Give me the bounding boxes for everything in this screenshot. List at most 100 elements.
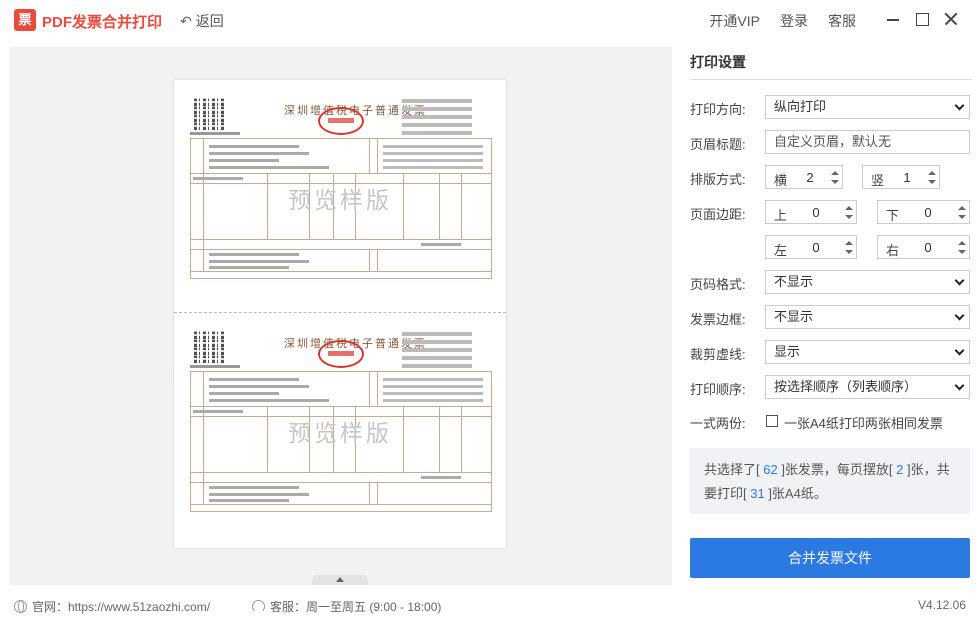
invoice-meta: [402, 332, 482, 372]
header-title-input[interactable]: 自定义页眉，默认无: [765, 130, 970, 154]
duplicate-row: 一式两份: 一张A4纸打印两张相同发票: [690, 409, 972, 434]
close-icon[interactable]: [940, 8, 962, 30]
increment-icon[interactable]: [958, 241, 966, 245]
back-label: 返回: [195, 13, 224, 29]
decrement-icon[interactable]: [958, 250, 966, 254]
increment-icon[interactable]: [831, 171, 839, 175]
cut-line-row: 裁剪虚线: 显示: [690, 340, 972, 365]
print-order-label: 打印顺序:: [690, 382, 746, 397]
customer-service-link[interactable]: 客服: [828, 11, 856, 31]
invoice-preview-2: 深圳增值税电子普通发票 预览样版: [188, 328, 494, 518]
maximize-icon[interactable]: [911, 8, 933, 30]
margin-bottom-value: 0: [924, 205, 932, 220]
headset-icon: [252, 600, 265, 613]
selected-count: 62: [763, 462, 778, 477]
top-links: 开通VIP 登录 客服: [709, 11, 856, 31]
decrement-icon[interactable]: [845, 215, 853, 219]
decrement-icon[interactable]: [928, 180, 936, 184]
cut-line-label: 裁剪虚线:: [690, 347, 746, 362]
invoice-meta: [402, 99, 482, 139]
duplicate-checkbox[interactable]: [766, 415, 778, 427]
margin-top-stepper[interactable]: 上 0: [765, 200, 857, 224]
invoice-border-value: 不显示: [774, 309, 814, 324]
login-link[interactable]: 登录: [780, 11, 808, 31]
margins-row-2: 左 0 右 0: [690, 235, 972, 260]
print-order-row: 打印顺序: 按选择顺序（列表顺序）: [690, 375, 972, 400]
version-label: V4.12.06: [917, 598, 966, 612]
invoice-serial: [190, 132, 240, 135]
layout-label: 排版方式:: [690, 172, 746, 187]
duplicate-label: 一式两份:: [690, 416, 746, 431]
pages-count: 31: [750, 486, 765, 501]
chevron-down-icon: [954, 100, 965, 111]
decrement-icon[interactable]: [845, 250, 853, 254]
globe-icon: [14, 600, 27, 613]
website-link[interactable]: 官网：https://www.51zaozhi.com/: [14, 598, 210, 615]
print-preview-area: 深圳增值税电子普通发票 预览样版 深圳增值税电子普通发票 预览样版: [10, 47, 672, 585]
selection-summary: 共选择了[ 62 ]张发票，每页摆放[ 2 ]张，共要打印[ 31 ]张A4纸。: [690, 448, 970, 514]
layout-horizontal-stepper[interactable]: 横 2: [765, 165, 843, 189]
print-order-value: 按选择顺序（列表顺序）: [774, 379, 918, 394]
preview-watermark: 预览样版: [288, 188, 392, 214]
decrement-icon[interactable]: [958, 215, 966, 219]
settings-title: 打印设置: [690, 47, 972, 80]
invoice-border-row: 发票边框: 不显示: [690, 305, 972, 330]
horizontal-label: 横: [774, 173, 788, 188]
decrement-icon[interactable]: [831, 180, 839, 184]
website-label: 官网：https://www.51zaozhi.com/: [32, 600, 211, 614]
summary-text-1: 共选择了[: [704, 462, 764, 477]
layout-vertical-stepper[interactable]: 竖 1: [862, 165, 940, 189]
cut-line-value: 显示: [774, 344, 801, 359]
summary-text-2: ]张发票，每页摆放[: [777, 462, 897, 477]
app-logo-icon: 票: [14, 9, 36, 31]
service-label: 客服：周一至周五 (9:00 - 18:00): [270, 600, 442, 614]
margin-left-stepper[interactable]: 左 0: [765, 235, 857, 259]
horizontal-value: 2: [806, 170, 814, 185]
qr-code-icon: [194, 98, 226, 130]
margin-right-label: 右: [886, 243, 900, 258]
margin-left-label: 左: [774, 243, 788, 258]
orientation-select[interactable]: 纵向打印: [765, 95, 970, 119]
print-order-select[interactable]: 按选择顺序（列表顺序）: [765, 375, 970, 399]
margin-right-value: 0: [924, 240, 932, 255]
chevron-down-icon: [954, 275, 965, 286]
service-hours: 客服：周一至周五 (9:00 - 18:00): [252, 598, 441, 615]
increment-icon[interactable]: [928, 171, 936, 175]
chevron-down-icon: [954, 380, 965, 391]
seal-stamp-icon: [318, 107, 364, 135]
invoice-border-select[interactable]: 不显示: [765, 305, 970, 329]
invoice-preview-1: 深圳增值税电子普通发票 预览样版: [188, 95, 494, 285]
collapse-up-handle[interactable]: [312, 575, 368, 585]
margin-bottom-stepper[interactable]: 下 0: [877, 200, 970, 224]
margin-right-stepper[interactable]: 右 0: [877, 235, 970, 259]
increment-icon[interactable]: [958, 206, 966, 210]
chevron-down-icon: [954, 310, 965, 321]
minimize-icon[interactable]: [882, 8, 904, 30]
duplicate-checkbox-label[interactable]: 一张A4纸打印两张相同发票: [784, 413, 943, 432]
header-title-row: 页眉标题: 自定义页眉，默认无: [690, 130, 972, 155]
orientation-label: 打印方向:: [690, 102, 746, 117]
increment-icon[interactable]: [845, 206, 853, 210]
page-number-value: 不显示: [774, 274, 814, 289]
increment-icon[interactable]: [845, 241, 853, 245]
page-number-select[interactable]: 不显示: [765, 270, 970, 294]
back-button[interactable]: ↶ 返回: [180, 11, 224, 31]
page-number-row: 页码格式: 不显示: [690, 270, 972, 295]
header-title-label: 页眉标题:: [690, 137, 746, 152]
margin-top-value: 0: [812, 205, 820, 220]
layout-row: 排版方式: 横 2 竖 1: [690, 165, 972, 190]
orientation-row: 打印方向: 纵向打印: [690, 95, 972, 120]
cut-line-select[interactable]: 显示: [765, 340, 970, 364]
cut-dashed-line: [174, 312, 506, 313]
margins-label: 页面边距:: [690, 207, 746, 222]
qr-code-icon: [194, 331, 226, 363]
back-arrow-icon: ↶: [180, 13, 192, 29]
print-settings-panel: 打印设置 打印方向: 纵向打印 页眉标题: 自定义页眉，默认无 排版方式: 横 …: [690, 47, 972, 578]
app-title: PDF发票合并打印: [42, 14, 163, 31]
open-vip-link[interactable]: 开通VIP: [709, 11, 760, 31]
page-number-label: 页码格式:: [690, 277, 746, 292]
margin-top-label: 上: [774, 208, 788, 223]
merge-invoices-button[interactable]: 合并发票文件: [690, 538, 970, 578]
invoice-border-label: 发票边框:: [690, 312, 746, 327]
seal-stamp-icon: [318, 340, 364, 368]
